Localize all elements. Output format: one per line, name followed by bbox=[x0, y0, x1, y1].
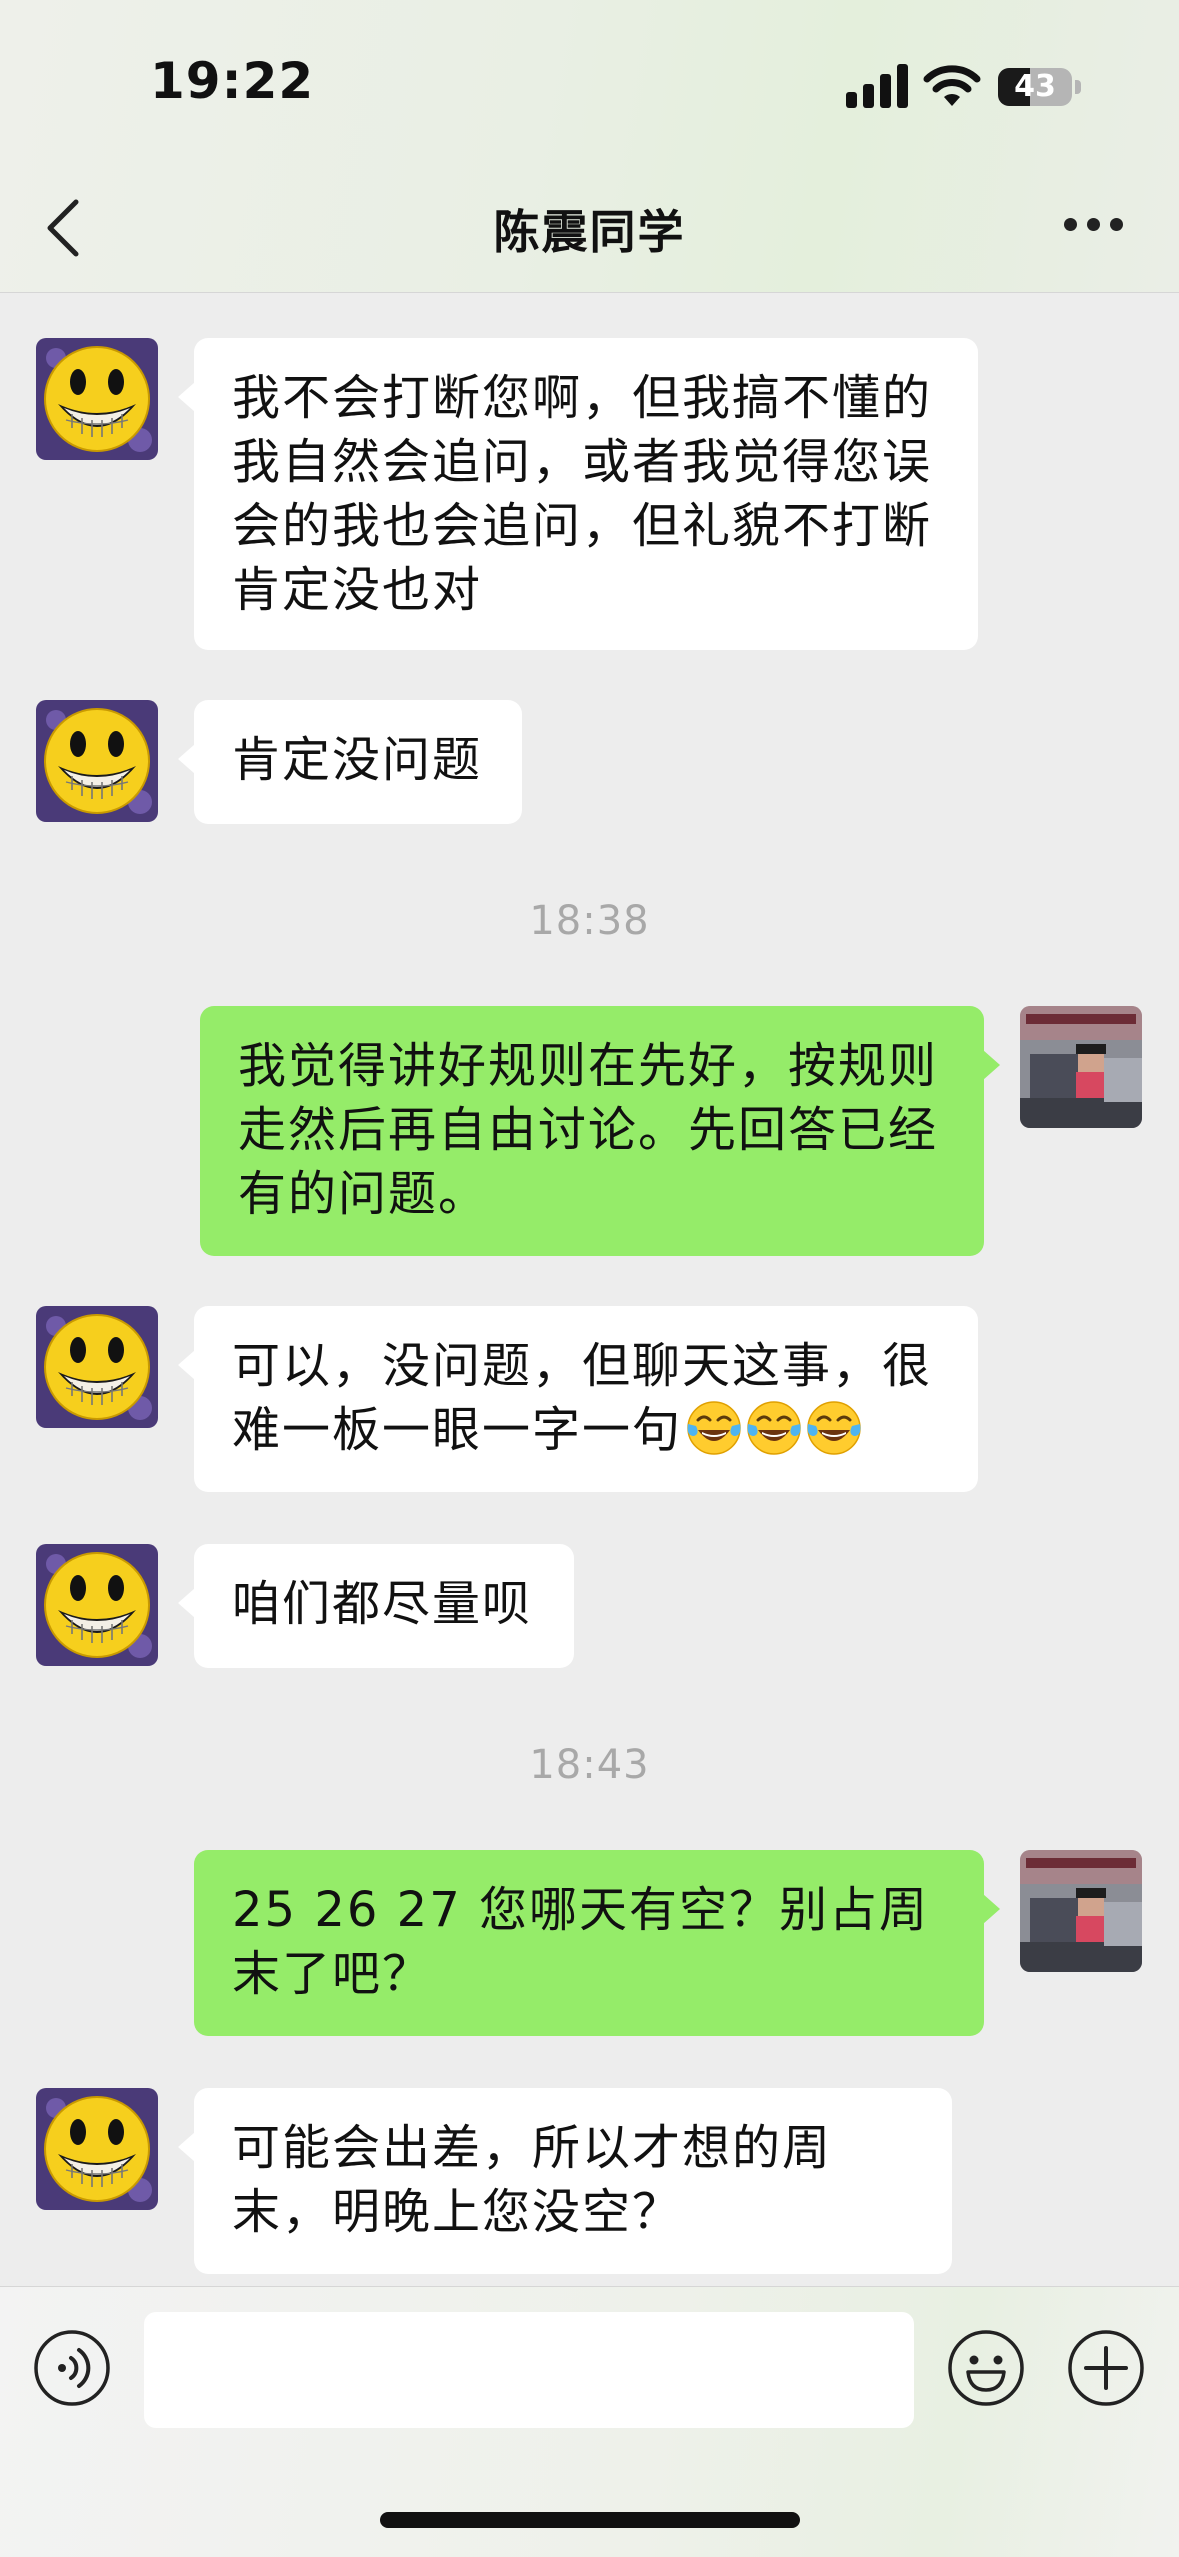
outgoing-message: 25 26 27 您哪天有空？别占周末了吧？ bbox=[194, 1850, 1000, 2036]
cellular-signal-icon bbox=[846, 64, 908, 108]
more-options-button[interactable] bbox=[1064, 218, 1124, 234]
incoming-message: 我不会打断您啊，但我搞不懂的我自然会追问，或者我觉得您误会的我也会追问，但礼貌不… bbox=[178, 338, 978, 650]
voice-input-button[interactable] bbox=[32, 2328, 112, 2408]
message-text: 我觉得讲好规则在先好，按规则走然后再自由讨论。先回答已经有的问题。 bbox=[238, 1038, 939, 1222]
incoming-message: 可以，没问题，但聊天这事，很难一板一眼一字一句 bbox=[178, 1306, 978, 1492]
chat-title: 陈震同学 bbox=[493, 205, 686, 259]
face-with-tears-of-joy-icon bbox=[746, 1400, 802, 1456]
message-timestamp: 18:38 bbox=[529, 898, 650, 944]
message-text: 可能会出差，所以才想的周末，明晚上您没空？ bbox=[232, 2120, 833, 2240]
contact-avatar[interactable] bbox=[36, 338, 158, 460]
back-button[interactable] bbox=[40, 196, 90, 260]
message-timestamp: 18:43 bbox=[529, 1742, 650, 1788]
message-text: 25 26 27 您哪天有空？别占周末了吧？ bbox=[232, 1882, 930, 2002]
home-indicator bbox=[380, 2512, 800, 2528]
outgoing-message: 我觉得讲好规则在先好，按规则走然后再自由讨论。先回答已经有的问题。 bbox=[200, 1006, 1000, 1256]
face-with-tears-of-joy-icon bbox=[686, 1400, 742, 1456]
face-with-tears-of-joy-icon bbox=[806, 1400, 862, 1456]
contact-avatar[interactable] bbox=[36, 1544, 158, 1666]
contact-avatar[interactable] bbox=[36, 1306, 158, 1428]
message-text: 肯定没问题 bbox=[232, 732, 483, 788]
more-functions-button[interactable] bbox=[1066, 2328, 1146, 2408]
message-text: 咱们都尽量呗 bbox=[232, 1576, 533, 1632]
battery-indicator: 43 bbox=[998, 68, 1072, 106]
my-avatar[interactable] bbox=[1020, 1006, 1142, 1128]
emoji-button[interactable] bbox=[946, 2328, 1026, 2408]
battery-cap bbox=[1075, 80, 1081, 94]
contact-avatar[interactable] bbox=[36, 2088, 158, 2210]
wifi-icon bbox=[923, 65, 981, 106]
incoming-message: 肯定没问题 bbox=[178, 700, 522, 824]
message-input[interactable] bbox=[144, 2312, 914, 2428]
contact-avatar[interactable] bbox=[36, 700, 158, 822]
incoming-message: 咱们都尽量呗 bbox=[178, 1544, 574, 1668]
battery-percentage: 43 bbox=[1014, 69, 1056, 104]
incoming-message: 可能会出差，所以才想的周末，明晚上您没空？ bbox=[178, 2088, 952, 2274]
my-avatar[interactable] bbox=[1020, 1850, 1142, 1972]
message-text: 我不会打断您啊，但我搞不懂的我自然会追问，或者我觉得您误会的我也会追问，但礼貌不… bbox=[232, 370, 933, 618]
status-time: 19:22 bbox=[150, 52, 315, 110]
